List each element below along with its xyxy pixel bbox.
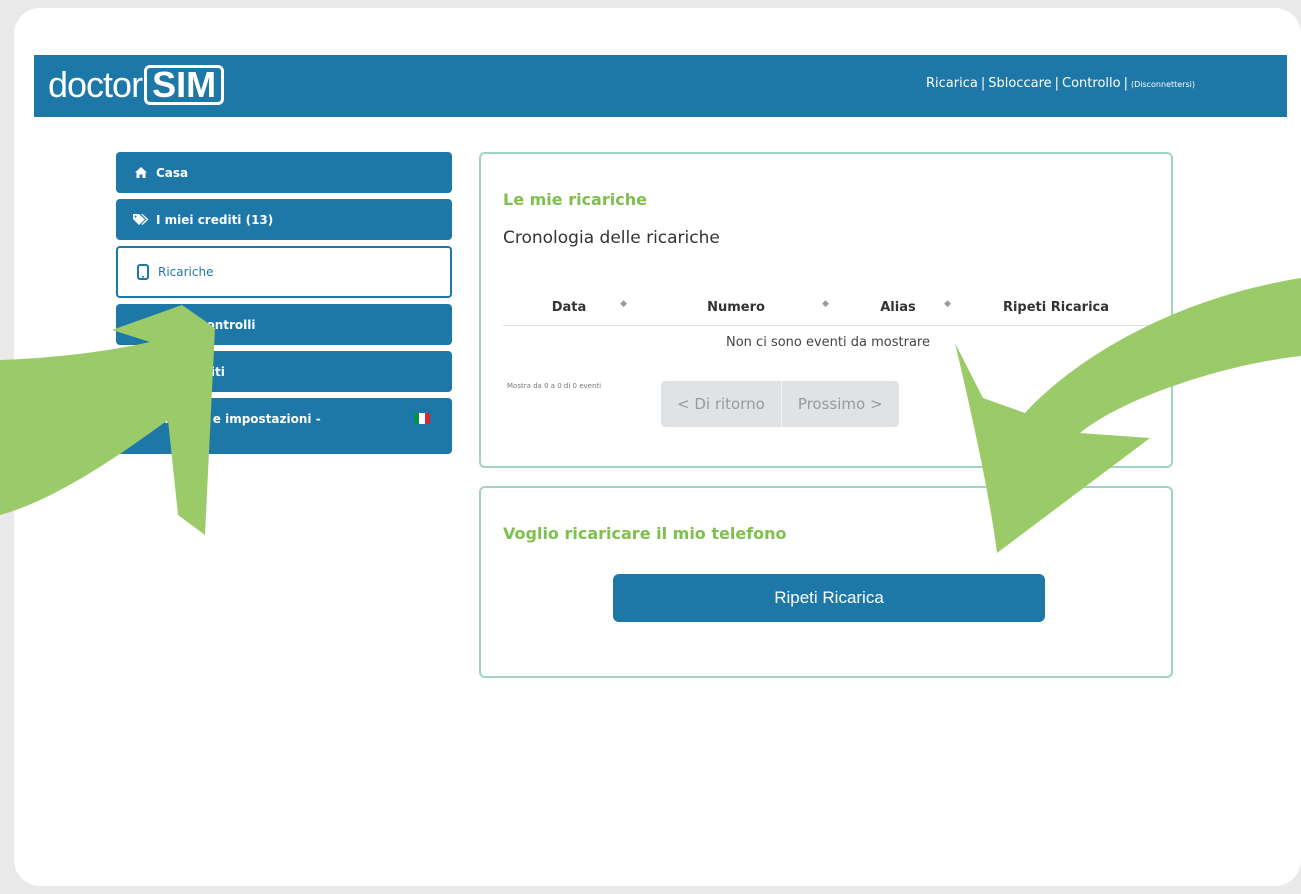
tags-icon [132, 213, 150, 226]
mobile-phone-icon [134, 264, 152, 280]
panel-title: Voglio ricaricare il mio telefono [503, 524, 787, 543]
sort-icon: ◆ [822, 299, 829, 309]
nav-link-sbloccare[interactable]: Sbloccare [988, 76, 1051, 91]
sidebar-item-lista-crediti[interactable]: sta crediti [116, 351, 452, 392]
column-header-numero[interactable]: Numero ◆ [635, 290, 837, 326]
sidebar-item-ricariche[interactable]: Ricariche [116, 246, 452, 298]
top-navbar: doctor SIM Ricarica | Sbloccare | Controllo |(… [34, 55, 1287, 117]
sort-icon: ◆ [944, 299, 951, 309]
table-row: Non ci sono eventi da mostrare [503, 326, 1153, 359]
previous-button[interactable]: < Di ritorno [661, 381, 781, 427]
sidebar-item-label: I miei crediti (13) [156, 212, 274, 227]
nav-separator: | [1054, 76, 1060, 91]
logo-sim-box: SIM [144, 65, 225, 105]
sidebar-item-label: cchi e controlli [156, 317, 256, 332]
column-header-alias[interactable]: Alias ◆ [837, 290, 959, 326]
sidebar-item-label: sta crediti [156, 364, 225, 379]
sidebar-item-casa[interactable]: Casa [116, 152, 452, 193]
logo-text: doctor [48, 64, 143, 105]
panel-subtitle: Cronologia delle ricariche [503, 228, 720, 248]
next-button[interactable]: Prossimo > [780, 381, 899, 427]
sidebar-item-impostazioni[interactable]: mazioni e impostazioni - [116, 398, 452, 454]
nav-link-ricarica[interactable]: Ricarica [926, 76, 978, 91]
empty-message: Non ci sono eventi da mostrare [726, 334, 930, 350]
nav-separator: | [980, 76, 986, 91]
nav-link-disconnect[interactable]: (Disconnettersi) [1131, 80, 1195, 89]
italy-flag-icon[interactable] [414, 413, 430, 424]
pager-info: Mostra da 0 a 0 di 0 eventi [507, 382, 602, 390]
pagination: < Di ritorno Prossimo > [661, 381, 899, 427]
sidebar-item-label: Casa [156, 165, 189, 180]
recharge-phone-panel: Voglio ricaricare il mio telefono Ripeti… [479, 486, 1173, 678]
sidebar-item-label: mazioni e impostazioni - [156, 412, 321, 426]
repeat-recharge-button[interactable]: Ripeti Ricarica [613, 574, 1045, 622]
sidebar-item-crediti[interactable]: I miei crediti (13) [116, 199, 452, 240]
sidebar-item-controlli[interactable]: cchi e controlli [116, 304, 452, 345]
doctorsim-logo[interactable]: doctor SIM [48, 63, 225, 107]
sidebar-item-label: Ricariche [158, 265, 214, 279]
column-header-ripeti[interactable]: Ripeti Ricarica [959, 290, 1153, 326]
top-nav-links: Ricarica | Sbloccare | Controllo | (Disconnett… [926, 76, 1195, 91]
panel-title: Le mie ricariche [503, 190, 647, 209]
column-header-data[interactable]: Data ◆ [503, 290, 635, 326]
nav-separator: | [1123, 76, 1128, 91]
sort-icon: ◆ [620, 299, 627, 309]
home-icon [132, 166, 150, 179]
nav-link-controllo[interactable]: Controllo [1062, 76, 1121, 91]
recharges-table: Data ◆ Numero ◆ Alias ◆ Ripeti Ricarica Non… [503, 290, 1153, 358]
sidebar: Casa I miei crediti (13) Ricariche cchi … [116, 152, 452, 460]
recharges-panel: Le mie ricariche Cronologia delle ricari… [479, 152, 1173, 468]
